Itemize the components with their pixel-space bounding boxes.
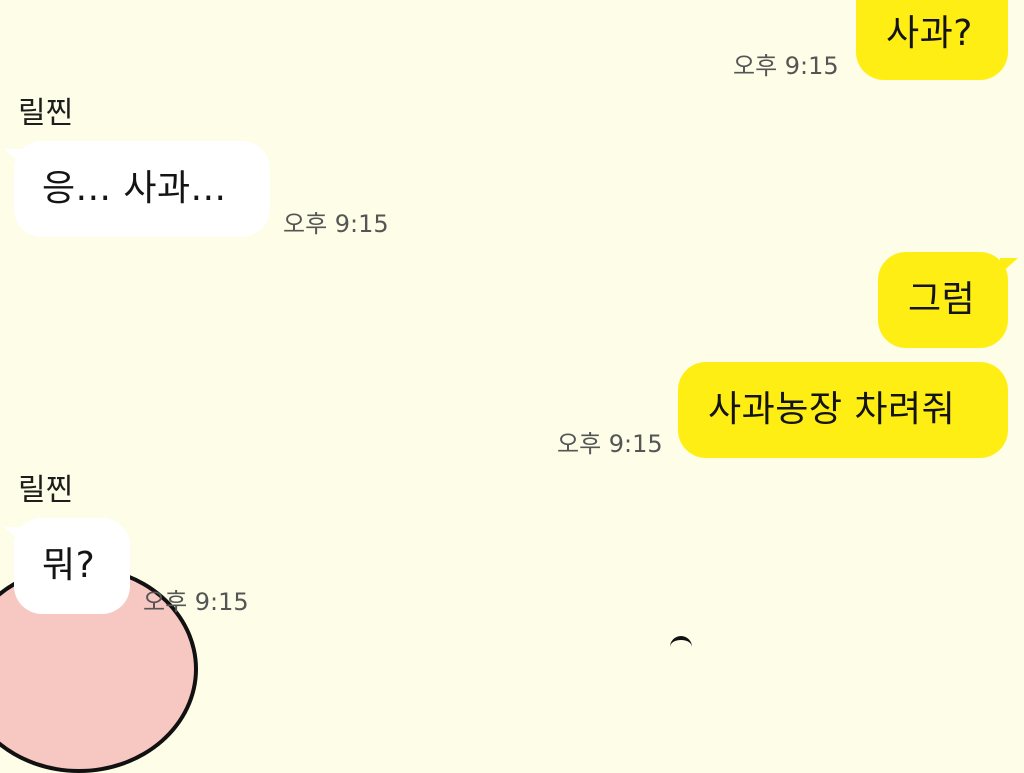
sender-name: 릴찐 — [18, 473, 74, 508]
message-text: 응... 사과... — [42, 168, 227, 209]
message-text: 사과? — [886, 13, 973, 54]
sender-name: 릴찐 — [18, 96, 74, 131]
message-bubble-incoming[interactable]: 뭐? — [14, 518, 130, 614]
message-text: 뭐? — [42, 545, 96, 586]
message-timestamp: 오후 9:15 — [557, 430, 663, 458]
message-bubble-incoming[interactable]: 응... 사과... — [14, 141, 270, 237]
chat-thread: 사과? 오후 9:15 릴찐 응... 사과... 오후 9:15 그럼 사과농… — [0, 0, 1024, 773]
message-text: 사과농장 차려줘 — [708, 389, 956, 430]
message-timestamp: 오후 9:15 — [733, 52, 839, 80]
sticker-image — [670, 636, 692, 650]
message-bubble-outgoing[interactable]: 사과? — [856, 0, 1008, 80]
message-timestamp: 오후 9:15 — [143, 588, 249, 616]
message-text: 그럼 — [908, 279, 976, 320]
bubble-tail-outgoing — [1000, 258, 1018, 274]
message-bubble-outgoing[interactable]: 사과농장 차려줘 — [678, 362, 1008, 458]
message-bubble-outgoing[interactable]: 그럼 — [878, 252, 1008, 348]
message-timestamp: 오후 9:15 — [283, 210, 389, 238]
